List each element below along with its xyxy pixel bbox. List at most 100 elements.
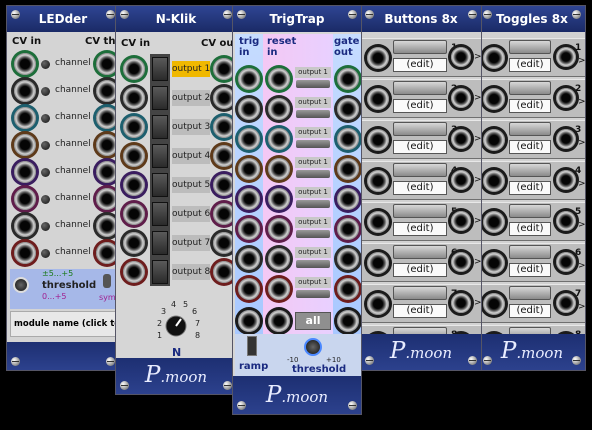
toggle-in-jack[interactable] bbox=[483, 252, 505, 274]
reset-in-all-jack[interactable] bbox=[268, 310, 290, 332]
edit-label-field[interactable]: (edit) bbox=[393, 58, 447, 72]
trig-in-jack[interactable] bbox=[238, 98, 260, 120]
step-button[interactable] bbox=[152, 202, 168, 226]
button-out-jack[interactable] bbox=[451, 47, 471, 67]
step-button[interactable] bbox=[152, 173, 168, 197]
edit-label-field[interactable]: (edit) bbox=[393, 140, 447, 154]
button-in-jack[interactable] bbox=[367, 129, 389, 151]
edit-label-field[interactable]: (edit) bbox=[393, 99, 447, 113]
gate-out-jack[interactable] bbox=[337, 68, 359, 90]
gate-out-jack[interactable] bbox=[337, 98, 359, 120]
step-button[interactable] bbox=[152, 144, 168, 168]
button-in-jack[interactable] bbox=[367, 170, 389, 192]
trig-in-jack[interactable] bbox=[238, 248, 260, 270]
push-button[interactable] bbox=[393, 204, 447, 218]
trig-in-all-jack[interactable] bbox=[238, 310, 260, 332]
edit-label-field[interactable]: (edit) bbox=[509, 222, 551, 236]
toggle-in-jack[interactable] bbox=[483, 211, 505, 233]
gate-out-jack[interactable] bbox=[337, 218, 359, 240]
cv-in-jack[interactable] bbox=[123, 261, 145, 283]
step-button[interactable] bbox=[152, 260, 168, 284]
toggle-out-jack[interactable] bbox=[556, 88, 576, 108]
cv-in-jack[interactable] bbox=[14, 107, 36, 129]
cv-in-jack[interactable] bbox=[14, 80, 36, 102]
cv-in-jack[interactable] bbox=[123, 145, 145, 167]
reset-in-jack[interactable] bbox=[268, 68, 290, 90]
push-button[interactable] bbox=[393, 286, 447, 300]
button-out-jack[interactable] bbox=[451, 252, 471, 272]
toggle-out-jack[interactable] bbox=[556, 170, 576, 190]
edit-label-field[interactable]: (edit) bbox=[393, 222, 447, 236]
button-out-jack[interactable] bbox=[451, 293, 471, 313]
button-in-jack[interactable] bbox=[367, 252, 389, 274]
cv-in-jack[interactable] bbox=[14, 242, 36, 264]
step-button[interactable] bbox=[152, 86, 168, 110]
button-out-jack[interactable] bbox=[451, 170, 471, 190]
cv-in-jack[interactable] bbox=[14, 161, 36, 183]
toggle-in-jack[interactable] bbox=[483, 47, 505, 69]
reset-in-jack[interactable] bbox=[268, 158, 290, 180]
toggle-button[interactable] bbox=[509, 122, 551, 136]
button-in-jack[interactable] bbox=[367, 293, 389, 315]
button-out-jack[interactable] bbox=[451, 129, 471, 149]
cv-in-jack[interactable] bbox=[123, 87, 145, 109]
button-out-jack[interactable] bbox=[451, 211, 471, 231]
toggle-out-jack[interactable] bbox=[556, 211, 576, 231]
toggle-button[interactable] bbox=[509, 163, 551, 177]
trig-in-jack[interactable] bbox=[238, 188, 260, 210]
button-in-jack[interactable] bbox=[367, 88, 389, 110]
toggle-in-jack[interactable] bbox=[483, 170, 505, 192]
toggle-button[interactable] bbox=[509, 81, 551, 95]
step-button[interactable] bbox=[152, 231, 168, 255]
edit-label-field[interactable]: (edit) bbox=[393, 304, 447, 318]
step-button[interactable] bbox=[152, 115, 168, 139]
trig-in-jack[interactable] bbox=[238, 158, 260, 180]
edit-label-field[interactable]: (edit) bbox=[509, 99, 551, 113]
cv-in-jack[interactable] bbox=[123, 116, 145, 138]
gate-out-jack[interactable] bbox=[337, 248, 359, 270]
push-button[interactable] bbox=[393, 81, 447, 95]
trig-in-jack[interactable] bbox=[238, 128, 260, 150]
reset-in-jack[interactable] bbox=[268, 188, 290, 210]
toggle-out-jack[interactable] bbox=[556, 293, 576, 313]
edit-label-field[interactable]: (edit) bbox=[509, 140, 551, 154]
cv-in-jack[interactable] bbox=[123, 203, 145, 225]
edit-label-field[interactable]: (edit) bbox=[509, 304, 551, 318]
toggle-button[interactable] bbox=[509, 245, 551, 259]
reset-in-jack[interactable] bbox=[268, 278, 290, 300]
button-out-jack[interactable] bbox=[451, 88, 471, 108]
cv-in-jack[interactable] bbox=[123, 174, 145, 196]
toggle-in-jack[interactable] bbox=[483, 88, 505, 110]
edit-label-field[interactable]: (edit) bbox=[393, 263, 447, 277]
button-in-jack[interactable] bbox=[367, 211, 389, 233]
sym-switch[interactable] bbox=[103, 274, 111, 288]
cv-in-jack[interactable] bbox=[14, 53, 36, 75]
toggle-out-jack[interactable] bbox=[556, 47, 576, 67]
gate-out-jack[interactable] bbox=[337, 278, 359, 300]
reset-in-jack[interactable] bbox=[268, 248, 290, 270]
push-button[interactable] bbox=[393, 163, 447, 177]
toggle-button[interactable] bbox=[509, 286, 551, 300]
cv-in-jack[interactable] bbox=[123, 58, 145, 80]
all-button[interactable]: all bbox=[295, 312, 331, 330]
threshold-knob[interactable] bbox=[13, 277, 29, 293]
edit-label-field[interactable]: (edit) bbox=[393, 181, 447, 195]
push-button[interactable] bbox=[393, 122, 447, 136]
reset-in-jack[interactable] bbox=[268, 128, 290, 150]
trig-in-jack[interactable] bbox=[238, 278, 260, 300]
reset-in-jack[interactable] bbox=[268, 98, 290, 120]
ramp-switch[interactable] bbox=[247, 336, 257, 356]
step-button[interactable] bbox=[152, 57, 168, 81]
push-button[interactable] bbox=[393, 245, 447, 259]
reset-in-jack[interactable] bbox=[268, 218, 290, 240]
gate-out-jack[interactable] bbox=[337, 158, 359, 180]
toggle-in-jack[interactable] bbox=[483, 129, 505, 151]
gate-out-jack[interactable] bbox=[337, 188, 359, 210]
cv-in-jack[interactable] bbox=[14, 215, 36, 237]
trig-in-jack[interactable] bbox=[238, 68, 260, 90]
button-in-jack[interactable] bbox=[367, 47, 389, 69]
edit-label-field[interactable]: (edit) bbox=[509, 58, 551, 72]
toggle-out-jack[interactable] bbox=[556, 129, 576, 149]
gate-out-jack[interactable] bbox=[337, 128, 359, 150]
module-name-field[interactable]: module name (click to edit) bbox=[10, 311, 116, 337]
